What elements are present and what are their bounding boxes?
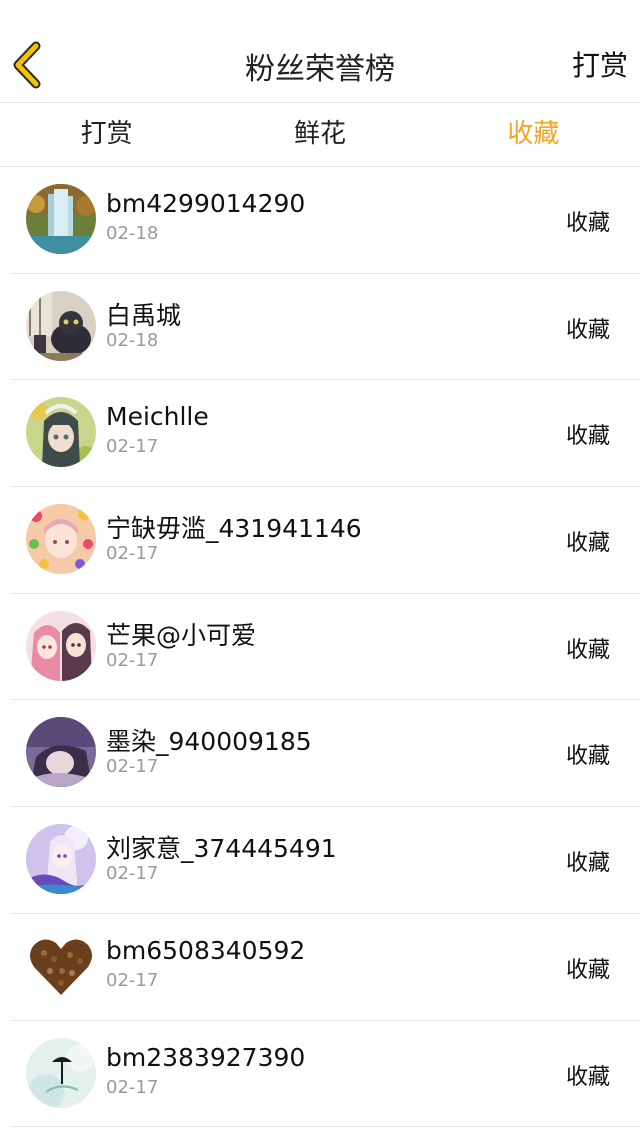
chevron-left-icon <box>13 41 41 89</box>
fan-name: bm4299014290 <box>106 189 306 218</box>
fan-name: 芒果@小可爱 <box>106 620 257 650</box>
tab-flowers[interactable]: 鲜花 <box>213 103 426 166</box>
avatar <box>26 290 96 361</box>
tab-reward[interactable]: 打赏 <box>0 103 213 166</box>
fan-name: bm2383927390 <box>106 1042 306 1072</box>
list-item[interactable]: bm4299014290 02-18 收藏 <box>10 167 640 274</box>
action-label: 收藏 <box>565 317 610 343</box>
list-item[interactable]: 刘家意_374445491 02-17 收藏 <box>10 807 640 914</box>
fan-name: bm6508340592 <box>106 935 306 965</box>
reward-button[interactable]: 打赏 <box>572 44 628 84</box>
action-label: 收藏 <box>565 531 610 557</box>
fan-date: 02-17 <box>106 756 159 778</box>
fan-date: 02-17 <box>106 649 159 671</box>
action-label: 收藏 <box>565 424 610 450</box>
avatar <box>26 1037 96 1108</box>
fan-date: 02-17 <box>106 543 159 565</box>
fan-name: Meichlle <box>106 402 209 432</box>
avatar <box>26 717 96 788</box>
avatar <box>26 930 96 1001</box>
action-label: 收藏 <box>565 851 610 877</box>
fan-date: 02-18 <box>106 223 159 244</box>
fan-date: 02-17 <box>106 863 159 885</box>
action-label: 收藏 <box>565 637 610 663</box>
avatar <box>26 824 96 895</box>
list-item[interactable]: 墨染_940009185 02-17 收藏 <box>10 700 640 808</box>
fan-name: 刘家意_374445491 <box>106 834 337 864</box>
fan-name: 宁缺毋滥_431941146 <box>106 514 362 544</box>
action-label: 收藏 <box>565 744 610 770</box>
list-item[interactable]: 芒果@小可爱 02-17 收藏 <box>10 594 640 701</box>
action-label: 收藏 <box>565 957 610 983</box>
fan-date: 02-17 <box>106 969 159 991</box>
list-item[interactable]: Meichlle 02-17 收藏 <box>10 380 640 488</box>
tab-bar: 打赏 鲜花 收藏 <box>0 103 640 167</box>
fan-date: 02-18 <box>106 329 159 351</box>
avatar <box>26 397 96 468</box>
list-item[interactable]: bm2383927390 02-17 收藏 <box>10 1021 640 1128</box>
page-title: 粉丝荣誉榜 <box>245 52 395 87</box>
action-label: 收藏 <box>565 211 610 236</box>
fan-name: 白禹城 <box>106 300 182 330</box>
fan-name: 墨染_940009185 <box>106 727 312 757</box>
avatar <box>26 184 96 254</box>
avatar <box>26 504 96 575</box>
avatar <box>26 610 96 681</box>
fan-date: 02-17 <box>106 1076 159 1098</box>
list-item[interactable]: 白禹城 02-18 收藏 <box>10 274 640 381</box>
fan-date: 02-17 <box>106 436 159 458</box>
list-item[interactable]: bm6508340592 02-17 收藏 <box>10 914 640 1021</box>
action-label: 收藏 <box>565 1064 610 1090</box>
tab-favorites[interactable]: 收藏 <box>427 103 640 166</box>
nav-bar: 粉丝荣誉榜 打赏 <box>0 0 640 103</box>
back-button[interactable] <box>8 40 44 90</box>
list-item[interactable]: 宁缺毋滥_431941146 02-17 收藏 <box>10 487 640 594</box>
fan-list: bm4299014290 02-18 收藏 白禹城 02-18 收藏 Meich… <box>0 167 640 1128</box>
fan-honor-page: 粉丝荣誉榜 打赏 打赏 鲜花 收藏 bm4299014290 02-18 收藏 … <box>0 0 640 1130</box>
